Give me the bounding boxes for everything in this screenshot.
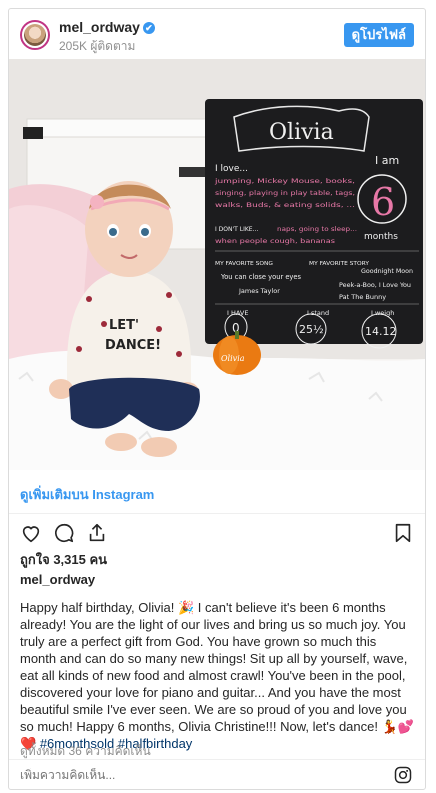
like-count[interactable]: ถูกใจ 3,315 คน [20, 549, 107, 570]
svg-text:walks, Buds, & eating solids,: walks, Buds, & eating solids, ... [215, 201, 355, 209]
view-more-link[interactable]: ดูเพิ่มเติมบน Instagram [20, 484, 154, 505]
svg-text:when people cough, bananas: when people cough, bananas [215, 237, 336, 245]
username[interactable]: mel_ordway [59, 19, 140, 35]
board-name: Olivia [269, 120, 334, 145]
comment-icon[interactable] [53, 522, 75, 544]
caption: Happy half birthday, Olivia! 🎉 I can't b… [20, 599, 414, 752]
comment-bar [9, 759, 425, 789]
svg-text:MY FAVORITE SONG: MY FAVORITE SONG [215, 261, 273, 267]
svg-text:14.12: 14.12 [365, 325, 397, 338]
instagram-embed-card: mel_ordway ✔ 205K ผู้ติดตาม ดูโปรไฟล์ Oli… [8, 8, 426, 790]
caption-username[interactable]: mel_ordway [20, 572, 95, 587]
board-age-number: 6 [371, 180, 395, 224]
follower-count: 205K ผู้ติดตาม [59, 39, 136, 53]
svg-text:25½: 25½ [299, 323, 324, 336]
bookmark-icon[interactable] [392, 522, 414, 544]
svg-text:I weigh: I weigh [371, 309, 394, 317]
svg-text:singing, playing in play table: singing, playing in play table, tags, [215, 189, 355, 197]
shirt-text-2: DANCE! [105, 338, 161, 353]
caption-text: Happy half birthday, Olivia! 🎉 I can't b… [20, 600, 414, 751]
svg-text:You can close your eyes: You can close your eyes [220, 273, 301, 281]
username-row[interactable]: mel_ordway ✔ [59, 19, 155, 35]
svg-text:Peek-a-Boo, I Love You: Peek-a-Boo, I Love You [339, 281, 411, 289]
avatar[interactable] [20, 20, 50, 50]
heart-icon[interactable] [20, 522, 42, 544]
svg-text:naps, going to sleep...: naps, going to sleep... [277, 225, 357, 233]
shirt-text-1: LET' [109, 318, 139, 333]
board-i-am: I am [375, 154, 399, 167]
photo-scene: Olivia I am 6 months I love... jumping, … [9, 59, 425, 470]
view-more-on-instagram[interactable]: ดูเพิ่มเติมบน Instagram [9, 470, 425, 514]
board-age-unit: months [364, 232, 398, 242]
svg-text:Pat The Bunny: Pat The Bunny [339, 293, 386, 301]
svg-text:Goodnight Moon: Goodnight Moon [361, 267, 413, 275]
svg-text:jumping, Mickey Mouse, books,: jumping, Mickey Mouse, books, [214, 177, 355, 185]
post-header: mel_ordway ✔ 205K ผู้ติดตาม ดูโปรไฟล์ [9, 9, 425, 59]
instagram-icon[interactable] [394, 766, 412, 784]
board-dont-like-label: I DON'T LIKE... [215, 226, 258, 233]
pumpkin-label: Olivia [221, 354, 245, 363]
add-comment-input[interactable] [20, 768, 370, 782]
post-photo[interactable]: Olivia I am 6 months I love... jumping, … [9, 59, 425, 470]
view-profile-button[interactable]: ดูโปรไฟล์ [343, 23, 414, 47]
board-love-label: I love... [215, 164, 248, 174]
svg-text:James Taylor: James Taylor [238, 287, 280, 295]
action-bar [9, 514, 425, 548]
verified-badge-icon: ✔ [142, 22, 155, 34]
share-icon[interactable] [86, 522, 108, 544]
